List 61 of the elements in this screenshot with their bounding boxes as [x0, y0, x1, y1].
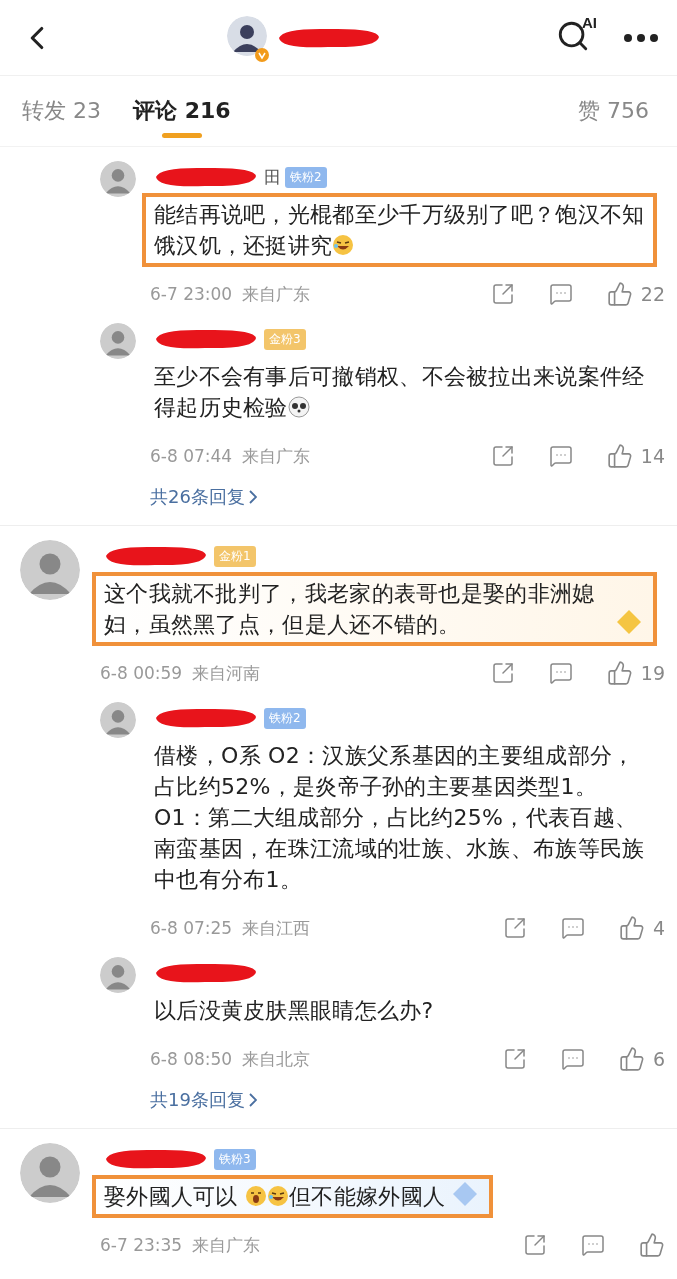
comment-time: 6-7 23:00: [150, 284, 233, 304]
comment-time: 6-8 07:44: [150, 446, 233, 466]
comment-text: 这个我就不批判了，我老家的表哥也是娶的非洲媳妇，虽然黑了点，但是人还不错的。: [104, 580, 596, 639]
chevron-right-icon: [248, 1093, 257, 1107]
share-button[interactable]: [490, 282, 515, 306]
comment-time: 6-8 07:25: [150, 918, 233, 938]
comment-text: 至少不会有事后可撤销权、不会被拉出来说案件经得起历史检验: [154, 363, 645, 422]
comment-location: 来自江西: [242, 916, 311, 940]
share-button[interactable]: [523, 1233, 547, 1257]
like-button[interactable]: 22: [606, 281, 665, 307]
comment-location: 来自广东: [242, 444, 311, 468]
fan-badge: 金粉1: [214, 545, 256, 567]
reply-button[interactable]: [548, 661, 573, 685]
comment-location: 来自广东: [192, 1233, 261, 1257]
more-replies-link[interactable]: 共26条回复: [150, 483, 257, 515]
comment-text: 能结再说吧，光棍都至少千万级别了吧？饱汉不知饿汉饥，还挺讲究: [154, 201, 645, 260]
like-button[interactable]: 4: [618, 915, 665, 941]
laughing-emoji-icon: [332, 234, 355, 256]
fan-badge: 金粉3: [264, 328, 306, 350]
more-replies-link[interactable]: 共19条回复: [150, 1086, 257, 1118]
user-name[interactable]: 田: [264, 165, 281, 189]
tab[interactable]: 转发 23: [22, 76, 101, 146]
comment-time: 6-8 08:50: [150, 1049, 233, 1069]
share-button[interactable]: [490, 444, 515, 468]
avatar[interactable]: [226, 15, 267, 56]
tab[interactable]: 评论 216: [133, 76, 231, 146]
comment-text: 借楼，O系 O2：汉族父系基因的主要组成部分，占比约52%，是炎帝子孙的主要基因类型1。O1：第二大组成部分，占比约25%，代表百越、南蛮基因，在珠江流域的壮族、水族、布族等民族中也有分布1。: [154, 742, 645, 894]
thumbs-up-icon: [618, 1046, 645, 1072]
like-button[interactable]: [639, 1232, 665, 1258]
fan-badge: 铁粉2: [285, 166, 327, 188]
panda-emoji-icon: [287, 396, 310, 418]
reply-button[interactable]: [548, 282, 573, 306]
like-button[interactable]: 6: [618, 1046, 665, 1072]
more-icon[interactable]: [623, 32, 659, 43]
comment-location: 来自河南: [192, 661, 261, 685]
chevron-right-icon: [248, 490, 257, 504]
thumbs-up-icon: [606, 660, 633, 686]
thumbs-up-icon: [606, 443, 633, 469]
comment-text: 以后没黄皮肤黑眼睛怎么办?: [154, 997, 434, 1025]
yawning-emoji-icon: [245, 1185, 268, 1207]
like-button[interactable]: 19: [606, 660, 665, 686]
thumbs-up-icon: [606, 281, 633, 307]
like-button[interactable]: 14: [606, 443, 665, 469]
thumbs-up-icon: [639, 1232, 665, 1258]
reply-button[interactable]: [548, 444, 573, 468]
reply-button[interactable]: [560, 1047, 585, 1071]
comment-location: 来自北京: [242, 1047, 311, 1071]
share-button[interactable]: [502, 1047, 527, 1071]
share-button[interactable]: [502, 916, 527, 940]
reply-button[interactable]: [581, 1233, 605, 1257]
comment-time: 6-7 23:35: [100, 1235, 183, 1255]
laughing-emoji-icon: [267, 1185, 290, 1207]
comment-location: 来自广东: [242, 282, 311, 306]
fan-badge: 铁粉2: [264, 707, 306, 729]
reply-button[interactable]: [560, 916, 585, 940]
comment-text: 娶外國人可以 但不能嫁外國人: [104, 1183, 446, 1211]
comment-time: 6-8 00:59: [100, 663, 183, 683]
share-button[interactable]: [490, 661, 515, 685]
likes-tab[interactable]: 赞 756: [572, 95, 655, 127]
thumbs-up-icon: [618, 915, 645, 941]
fan-badge: 铁粉3: [214, 1148, 256, 1170]
